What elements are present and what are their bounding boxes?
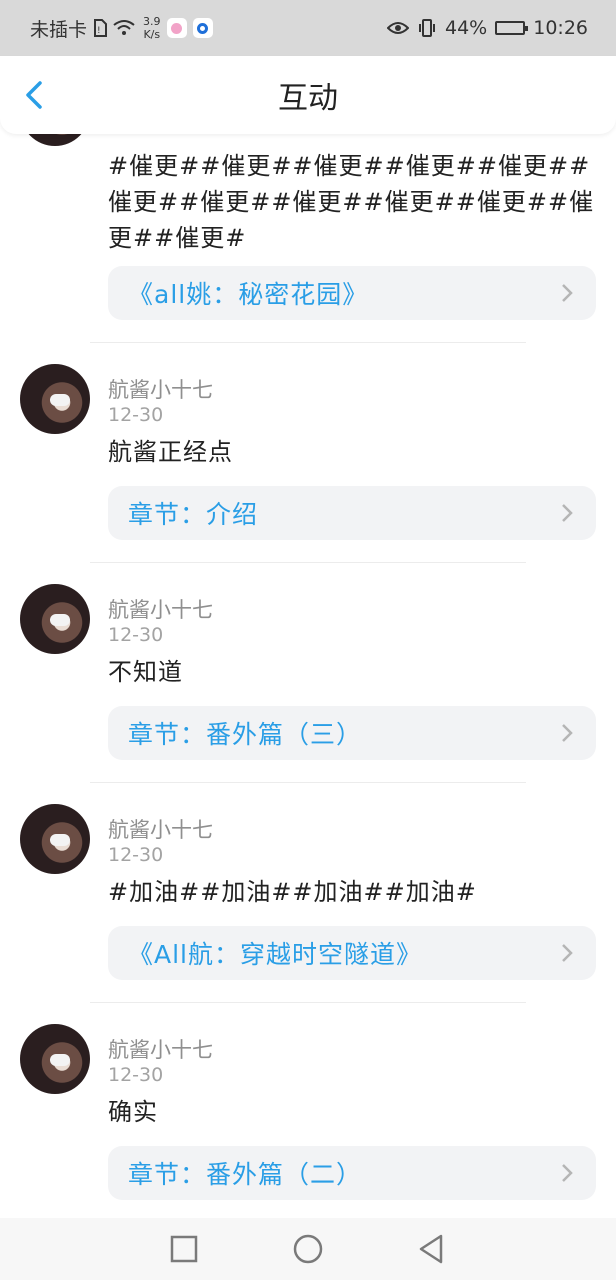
comment-text: #加油##加油##加油##加油# [108, 878, 477, 906]
comment-date: 12-30 [108, 844, 164, 866]
chevron-right-icon [562, 284, 573, 302]
comment-list[interactable]: #催更##催更##催更##催更##催更##催更##催更##催更##催更##催更#… [0, 56, 616, 1218]
comment-author[interactable]: 航酱小十七 [108, 594, 213, 624]
chevron-right-icon [562, 724, 573, 742]
triangle-back-nav-icon[interactable] [415, 1232, 449, 1266]
chevron-right-icon [562, 504, 573, 522]
linked-book-label: 《All航：穿越时空隧道》 [128, 940, 422, 969]
app-notification-icon-2 [192, 18, 213, 38]
app-header: 互动 [0, 56, 616, 134]
linked-chapter-card[interactable]: 章节：番外篇（二） [108, 1146, 596, 1200]
square-nav-icon[interactable] [167, 1232, 201, 1266]
divider [90, 342, 526, 343]
linked-book-card[interactable]: 《all姚：秘密花园》 [108, 266, 596, 320]
divider [90, 562, 526, 563]
sim-icon: ! [94, 19, 108, 37]
comment-text: 航酱正经点 [108, 438, 233, 466]
app-notification-icon [166, 18, 187, 38]
linked-chapter-label: 章节：番外篇（三） [128, 720, 363, 749]
status-bar: 未插卡 ! 3.9 K/s 44% 10:26 [0, 0, 616, 56]
linked-chapter-card[interactable]: 章节：番外篇（三） [108, 706, 596, 760]
battery-percent: 44% [445, 17, 488, 39]
linked-book-label: 《all姚：秘密花园》 [128, 280, 369, 309]
divider [90, 1002, 526, 1003]
avatar[interactable] [20, 1024, 90, 1094]
carrier-label: 未插卡 [30, 18, 88, 41]
comment-author[interactable]: 航酱小十七 [108, 814, 213, 844]
battery-icon [495, 21, 529, 35]
linked-book-card[interactable]: 《All航：穿越时空隧道》 [108, 926, 596, 980]
comment-date: 12-30 [108, 624, 164, 646]
wifi-icon [113, 20, 135, 35]
comment-date: 12-30 [108, 404, 164, 426]
linked-chapter-label: 章节：番外篇（二） [128, 1160, 363, 1189]
chevron-right-icon [562, 1164, 573, 1182]
back-arrow-icon[interactable] [22, 80, 48, 110]
comment-text: 不知道 [108, 658, 183, 686]
linked-chapter-label: 章节：介绍 [128, 500, 259, 529]
circle-nav-icon[interactable] [291, 1232, 325, 1266]
comment-text: #催更##催更##催更##催更##催更##催更##催更##催更##催更##催更#… [108, 152, 595, 252]
comment-author[interactable]: 航酱小十七 [108, 374, 213, 404]
avatar[interactable] [20, 804, 90, 874]
system-nav-bar [0, 1218, 616, 1280]
avatar[interactable] [20, 364, 90, 434]
eye-icon [387, 22, 409, 34]
comment-text: 确实 [108, 1098, 158, 1126]
chevron-right-icon [562, 944, 573, 962]
comment-author[interactable]: 航酱小十七 [108, 1034, 213, 1064]
comment-date: 12-30 [108, 1064, 164, 1086]
linked-chapter-card[interactable]: 章节：介绍 [108, 486, 596, 540]
page-title: 互动 [278, 81, 338, 116]
clock: 10:26 [533, 17, 588, 39]
network-speed: 3.9 K/s [143, 15, 161, 41]
vibrate-icon [419, 19, 435, 37]
svg-text:!: ! [97, 26, 101, 36]
avatar[interactable] [20, 584, 90, 654]
divider [90, 782, 526, 783]
